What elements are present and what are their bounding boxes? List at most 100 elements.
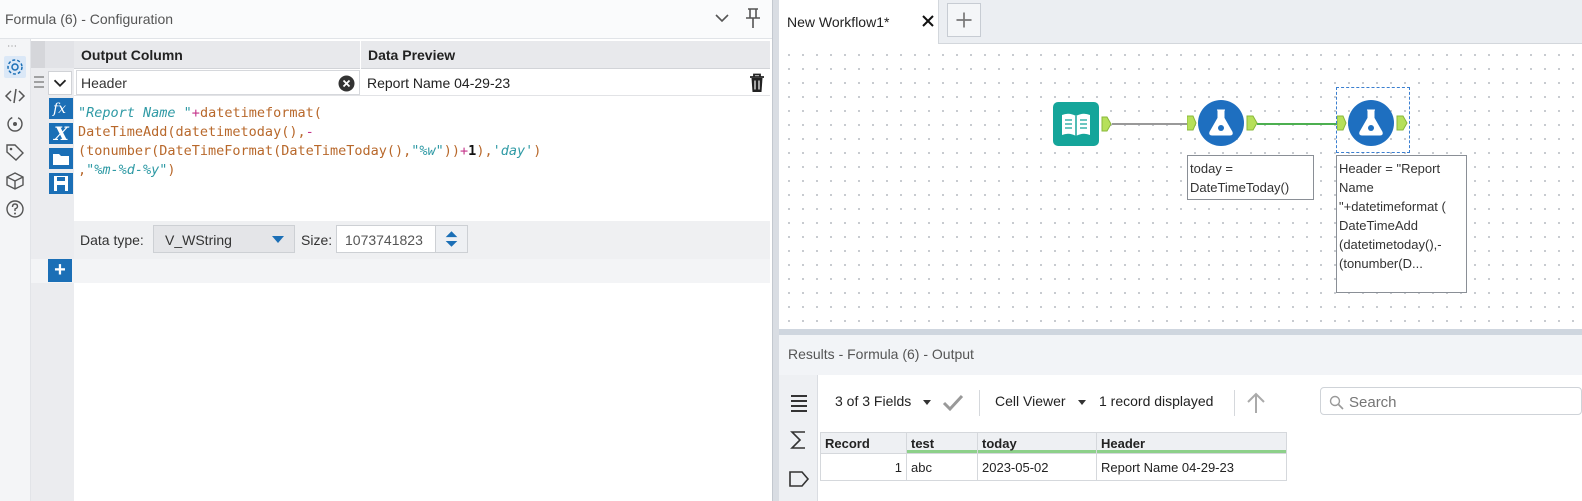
fields-dropdown[interactable]: 3 of 3 Fields	[835, 393, 911, 409]
collapse-row-icon[interactable]	[48, 71, 72, 95]
dropdown-arrow-icon	[272, 236, 284, 243]
expression-token: )	[167, 162, 176, 178]
column-header-record[interactable]: Record	[820, 432, 907, 454]
config-title: Formula (6) - Configuration	[5, 11, 174, 27]
tab-new-workflow[interactable]: New Workflow1*	[779, 0, 939, 44]
drag-handle-icon[interactable]: ⋯	[7, 41, 18, 52]
trash-icon[interactable]	[747, 72, 767, 94]
formula-tool-icon[interactable]	[1337, 100, 1409, 148]
table-header-row: Record test today Header	[820, 432, 1287, 454]
clear-icon[interactable]	[338, 75, 355, 92]
config-title-bar: Formula (6) - Configuration	[0, 0, 772, 39]
config-side-rail: ⋯	[0, 39, 31, 501]
data-preview-header: Data Preview	[361, 41, 770, 69]
data-type-value: V_WString	[165, 232, 232, 248]
connection-line[interactable]	[1112, 123, 1192, 125]
size-field[interactable]	[336, 225, 468, 253]
toolbar-divider	[979, 390, 980, 416]
data-preview-value: Report Name 04-29-23	[367, 75, 511, 91]
results-title: Results - Formula (6) - Output	[788, 346, 974, 362]
cell-viewer-dropdown[interactable]: Cell Viewer	[995, 393, 1066, 409]
column-header-test[interactable]: test	[906, 432, 978, 454]
chevron-down-icon[interactable]	[1077, 399, 1087, 407]
expression-line-1: "Report Name "+datetimeformat(	[78, 104, 768, 123]
size-label: Size:	[301, 232, 333, 248]
cell-header[interactable]: Report Name 04-29-23	[1096, 453, 1287, 481]
close-icon[interactable]	[920, 12, 936, 30]
tag-icon[interactable]	[4, 141, 26, 163]
workflow-tab-bar: New Workflow1*	[779, 0, 1582, 44]
data-type-label: Data type:	[80, 232, 144, 248]
new-tab-button[interactable]	[947, 3, 981, 37]
formula-tool-icon[interactable]	[1187, 100, 1259, 148]
data-preview-header-label: Data Preview	[368, 47, 456, 63]
sigma-icon[interactable]	[787, 428, 811, 452]
expression-token: "%m-%d-%y"	[86, 162, 168, 178]
tab-label: New Workflow1*	[787, 14, 890, 30]
output-column-header-label: Output Column	[81, 47, 183, 63]
input-data-tool-icon[interactable]	[1053, 102, 1113, 148]
cell-test[interactable]: abc	[906, 453, 978, 481]
column-header-header[interactable]: Header	[1096, 432, 1287, 454]
help-icon[interactable]	[4, 198, 26, 220]
table-row: 1 abc 2023-05-02 Report Name 04-29-23	[820, 453, 1287, 481]
output-column-header: Output Column	[74, 41, 360, 69]
spinner-icon[interactable]	[435, 226, 467, 252]
configuration-panel: Formula (6) - Configuration ⋯ Output Col…	[0, 0, 772, 501]
cell-today[interactable]: 2023-05-02	[977, 453, 1097, 481]
results-table: Record test today Header 1 abc 2023-05-0…	[820, 432, 1287, 481]
results-side-rail	[779, 375, 818, 501]
save-icon[interactable]	[49, 173, 73, 194]
column-header-today[interactable]: today	[977, 432, 1097, 454]
expression-token: datetimeformat(	[199, 105, 322, 121]
toolbar-divider	[1234, 390, 1235, 416]
search-box[interactable]	[1320, 387, 1582, 415]
expression-token: ,	[78, 162, 87, 178]
refresh-icon[interactable]	[4, 113, 26, 135]
tool-annotation: Header = "Report Name "+datetimeformat (…	[1336, 155, 1467, 293]
row-handle-icon[interactable]	[33, 72, 45, 92]
output-column-field[interactable]	[76, 70, 360, 95]
data-type-select[interactable]: V_WString	[153, 225, 295, 253]
chevron-down-icon[interactable]	[922, 399, 932, 407]
expression-token: "%w"	[411, 143, 444, 159]
expression-token: (tonumber(DateTimeFormat(DateTimeToday()…	[78, 143, 412, 159]
function-icon[interactable]: fx	[49, 98, 73, 119]
expression-line-4: ,"%m-%d-%y")	[78, 161, 768, 180]
size-input[interactable]	[345, 231, 433, 249]
tag-icon[interactable]	[787, 467, 811, 491]
gutter-header	[31, 41, 74, 68]
gear-icon[interactable]	[4, 56, 26, 78]
output-column-input[interactable]	[81, 74, 331, 92]
expression-token: ))	[443, 143, 461, 159]
add-formula-button[interactable]: +	[48, 259, 72, 282]
expression-token: ),	[476, 143, 493, 159]
checkmark-icon[interactable]	[942, 393, 964, 413]
cube-icon[interactable]	[4, 170, 26, 192]
add-row-strip	[31, 259, 770, 283]
code-icon[interactable]	[4, 85, 26, 107]
panel-splitter[interactable]	[772, 0, 779, 501]
tool-annotation: today = DateTimeToday()	[1187, 155, 1314, 200]
expression-toolbar: fx X	[49, 98, 73, 196]
data-type-row: Data type: V_WString Size:	[74, 221, 770, 259]
expression-line-3: (tonumber(DateTimeFormat(DateTimeToday()…	[78, 142, 768, 161]
expression-token: 'day'	[492, 143, 534, 159]
expression-line-2: DateTimeAdd(datetimetoday(),-	[78, 123, 768, 142]
connection-line[interactable]	[1257, 123, 1343, 125]
pin-icon[interactable]	[742, 6, 764, 30]
search-icon	[1329, 395, 1344, 410]
results-panel: Results - Formula (6) - Output 3 of 3 Fi…	[779, 335, 1582, 501]
variable-icon[interactable]: X	[49, 123, 73, 145]
expression-token: DateTimeAdd(datetimetoday(),	[78, 124, 306, 140]
table-icon[interactable]	[787, 392, 811, 416]
arrow-up-icon[interactable]	[1245, 391, 1267, 415]
expression-token: +	[460, 143, 469, 159]
expression-token: )	[533, 143, 542, 159]
search-input[interactable]	[1349, 393, 1569, 411]
chevron-down-icon[interactable]	[712, 8, 732, 28]
workflow-canvas[interactable]: today = DateTimeToday() Header = "Report…	[779, 45, 1582, 329]
cell-record[interactable]: 1	[820, 453, 907, 481]
expression-editor[interactable]: "Report Name "+datetimeformat( DateTimeA…	[76, 98, 770, 220]
open-folder-icon[interactable]	[49, 148, 73, 169]
